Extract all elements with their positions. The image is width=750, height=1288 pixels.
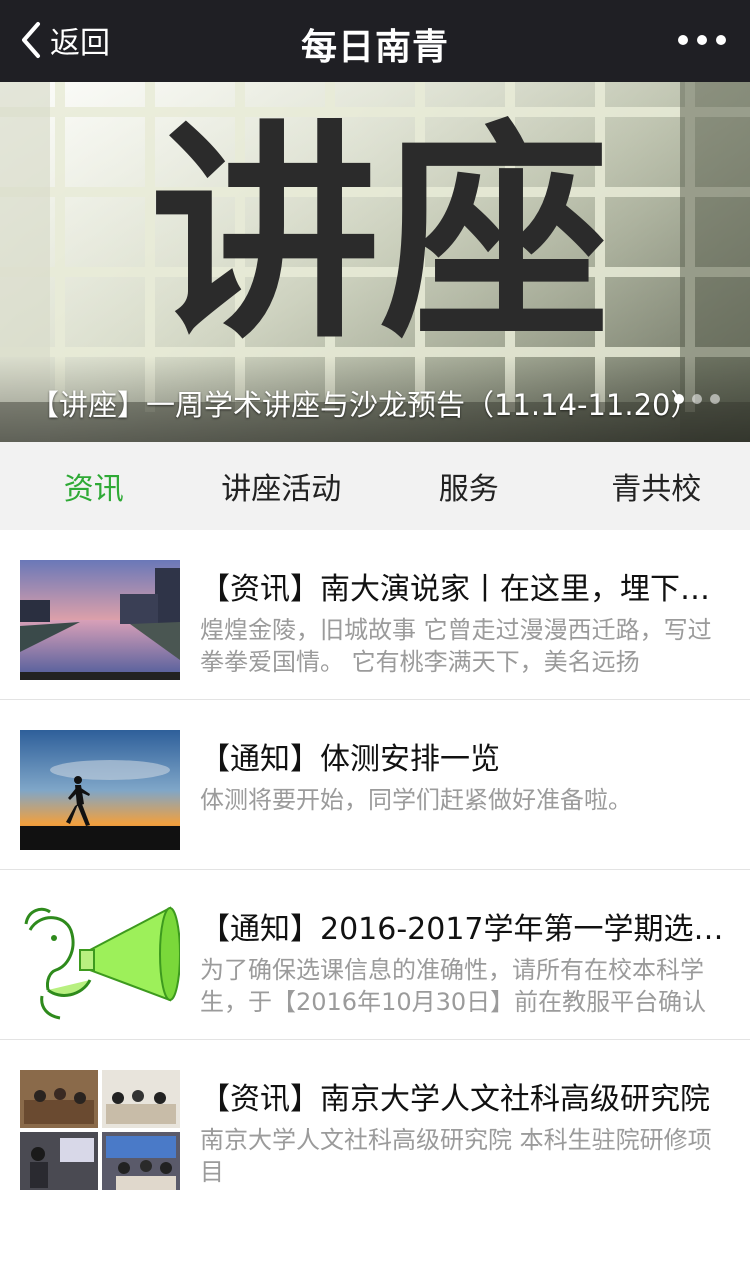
article-title: 【通知】体测安排一览 bbox=[200, 742, 500, 777]
list-item[interactable]: 【通知】2016-2017学年第一学期选课信息确认 为了确保选课信息的准确性，请… bbox=[0, 870, 750, 1040]
campus-river-thumbnail bbox=[20, 560, 180, 680]
megaphone-thumbnail bbox=[20, 900, 180, 1020]
more-dots-icon[interactable] bbox=[678, 28, 726, 52]
carousel-dot[interactable] bbox=[674, 394, 684, 404]
carousel-dot[interactable] bbox=[692, 394, 702, 404]
list-item[interactable]: 【资讯】南京大学人文社科高级研究院 南京大学人文社科高级研究院 本科生驻院研修项… bbox=[0, 1040, 750, 1210]
article-summary: 为了确保选课信息的准确性，请所有在校本科学生，于【2016年10月30日】前在教… bbox=[200, 956, 707, 1016]
article-summary: 南京大学人文社科高级研究院 本科生驻院研修项目 bbox=[200, 1126, 712, 1186]
carousel-dot[interactable] bbox=[710, 394, 720, 404]
article-summary: 体测将要开始，同学们赶紧做好准备啦。 bbox=[200, 786, 632, 814]
article-summary: 煌煌金陵，旧城故事 它曾走过漫漫西迁路，写过拳拳爱国情。 它有桃李满天下，美名远… bbox=[200, 616, 712, 676]
page-title: 每日南青 bbox=[300, 27, 449, 68]
category-tabs: 资讯 讲座活动 服务 青共校 bbox=[0, 442, 750, 530]
article-title: 【资讯】南大演说家丨在这里，埋下你的梦想 bbox=[200, 572, 730, 607]
runner-sunset-thumbnail bbox=[20, 730, 180, 850]
tab-youth-school[interactable]: 青共校 bbox=[563, 442, 750, 530]
banner-carousel[interactable]: 讲座 【讲座】一周学术讲座与沙龙预告（11.14-11.20） bbox=[0, 82, 750, 442]
list-item[interactable]: 【通知】体测安排一览 体测将要开始，同学们赶紧做好准备啦。 bbox=[0, 700, 750, 870]
meeting-collage-thumbnail bbox=[20, 1070, 180, 1190]
tab-lectures[interactable]: 讲座活动 bbox=[188, 442, 376, 530]
list-item[interactable]: 【资讯】南大演说家丨在这里，埋下你的梦想 煌煌金陵，旧城故事 它曾走过漫漫西迁路… bbox=[0, 530, 750, 700]
article-list: 【资讯】南大演说家丨在这里，埋下你的梦想 煌煌金陵，旧城故事 它曾走过漫漫西迁路… bbox=[0, 530, 750, 1210]
article-title: 【资讯】南京大学人文社科高级研究院 bbox=[200, 1082, 710, 1117]
banner-caption: 【讲座】一周学术讲座与沙龙预告（11.14-11.20） bbox=[30, 388, 700, 422]
article-title: 【通知】2016-2017学年第一学期选课信息确认 bbox=[200, 912, 730, 947]
banner-headline: 讲座 bbox=[150, 103, 611, 370]
carousel-dots bbox=[674, 394, 720, 404]
top-navbar: 返回 每日南青 bbox=[0, 0, 750, 82]
tab-services[interactable]: 服务 bbox=[375, 442, 563, 530]
tab-news[interactable]: 资讯 bbox=[0, 442, 188, 530]
